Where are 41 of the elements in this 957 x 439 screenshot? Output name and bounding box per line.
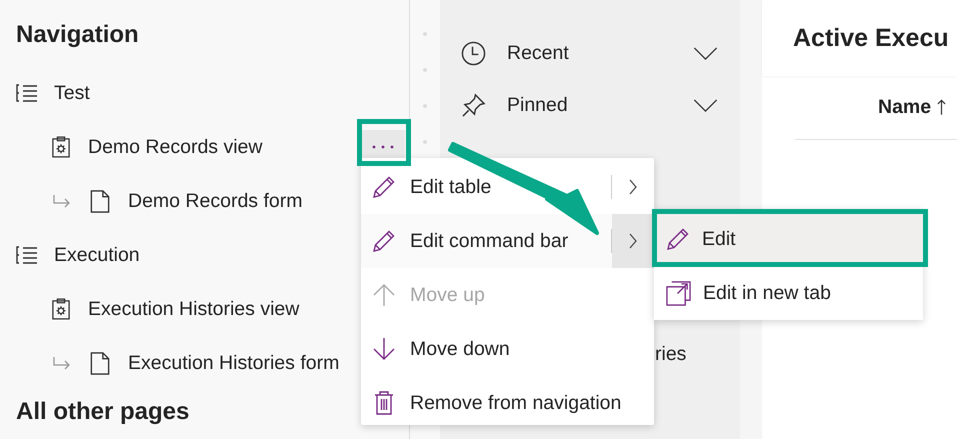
chevron-icon [629, 233, 637, 249]
clipboard-gear-icon [52, 298, 70, 320]
pencil-icon [372, 229, 396, 253]
pin-icon [461, 92, 486, 118]
corner-arrow-icon [52, 356, 72, 370]
group-label[interactable]: Execution [54, 244, 140, 266]
highlight-frame [357, 119, 411, 166]
document-icon [90, 352, 110, 374]
trash-icon [374, 391, 394, 415]
pencil-icon [666, 227, 690, 251]
more-icon [372, 145, 394, 149]
clock-icon [461, 40, 486, 66]
chevron-icon [629, 179, 637, 195]
menu-item[interactable]: Move down [410, 338, 510, 360]
menu-item[interactable]: Remove from navigation [410, 392, 622, 414]
list-icon [16, 246, 38, 264]
submenu-button[interactable] [612, 214, 654, 268]
list-icon [16, 84, 38, 102]
column-header[interactable]: Name [878, 96, 946, 119]
group-label[interactable]: Test [54, 82, 90, 104]
chevron-icon[interactable] [693, 46, 718, 60]
menu-item[interactable]: Edit table [410, 176, 492, 198]
section-title: All other pages [16, 398, 190, 426]
document-icon [90, 190, 110, 212]
pencil-icon [372, 175, 396, 199]
up-arrow-icon [372, 283, 396, 307]
chevron-icon[interactable] [693, 98, 718, 112]
page-label[interactable]: Demo Records view [88, 136, 262, 158]
page-label[interactable]: Demo Records form [128, 190, 302, 212]
page-label[interactable]: Execution Histories form [128, 352, 340, 374]
nav-item[interactable]: Recent [507, 42, 569, 64]
nav-item[interactable]: ries [655, 343, 686, 365]
page-title: Active Execu [793, 24, 949, 52]
corner-arrow-icon [52, 194, 72, 208]
page-label[interactable]: Execution Histories view [88, 298, 300, 320]
section-title: Navigation [16, 20, 140, 50]
clipboard-gear-icon [52, 136, 70, 158]
nav-item[interactable]: Pinned [507, 94, 568, 116]
menu-item[interactable]: Edit in new tab [654, 266, 923, 320]
open-in-new-icon [666, 280, 691, 306]
down-arrow-icon [372, 337, 396, 361]
